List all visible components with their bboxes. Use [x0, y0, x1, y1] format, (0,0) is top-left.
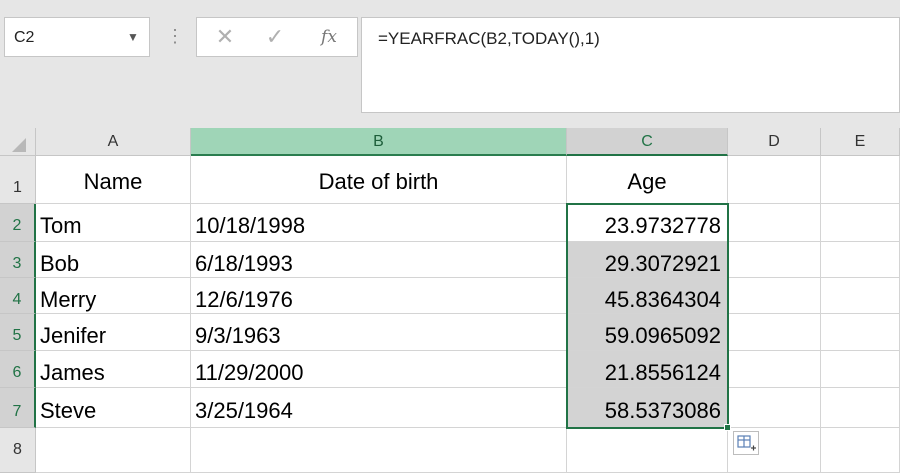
cell-b6[interactable]: 11/29/2000 — [191, 351, 567, 388]
cell-e8[interactable] — [821, 428, 900, 473]
column-header-e[interactable]: E — [821, 128, 900, 156]
cell-d5[interactable] — [728, 314, 821, 351]
cell-b8[interactable] — [191, 428, 567, 473]
selection-border — [566, 203, 729, 429]
formula-input[interactable]: =YEARFRAC(B2,TODAY(),1) — [361, 17, 900, 113]
cell-b3[interactable]: 6/18/1993 — [191, 242, 567, 278]
quick-analysis-button[interactable] — [733, 431, 759, 455]
row-header-5[interactable]: 5 — [0, 314, 36, 351]
cell-a1[interactable]: Name — [36, 156, 191, 204]
column-header-b[interactable]: B — [191, 128, 567, 156]
cell-a7[interactable]: Steve — [36, 388, 191, 428]
chevron-down-icon[interactable]: ▼ — [124, 19, 142, 55]
column-header-c[interactable]: C — [567, 128, 728, 156]
cell-b5[interactable]: 9/3/1963 — [191, 314, 567, 351]
cell-b2[interactable]: 10/18/1998 — [191, 204, 567, 242]
cell-d3[interactable] — [728, 242, 821, 278]
cell-a6[interactable]: James — [36, 351, 191, 388]
column-header-a[interactable]: A — [36, 128, 191, 156]
insert-function-icon[interactable]: fx — [309, 18, 349, 56]
cell-e2[interactable] — [821, 204, 900, 242]
column-header-d[interactable]: D — [728, 128, 821, 156]
row-header-8[interactable]: 8 — [0, 428, 36, 473]
cell-a4[interactable]: Merry — [36, 278, 191, 314]
cell-d1[interactable] — [728, 156, 821, 204]
row-header-3[interactable]: 3 — [0, 242, 36, 278]
cell-a8[interactable] — [36, 428, 191, 473]
cell-e7[interactable] — [821, 388, 900, 428]
cell-e5[interactable] — [821, 314, 900, 351]
cell-e4[interactable] — [821, 278, 900, 314]
row-header-6[interactable]: 6 — [0, 351, 36, 388]
cell-d6[interactable] — [728, 351, 821, 388]
quick-analysis-icon — [737, 435, 756, 451]
cell-e3[interactable] — [821, 242, 900, 278]
cell-e1[interactable] — [821, 156, 900, 204]
cell-e6[interactable] — [821, 351, 900, 388]
cell-d2[interactable] — [728, 204, 821, 242]
cell-b7[interactable]: 3/25/1964 — [191, 388, 567, 428]
cell-b4[interactable]: 12/6/1976 — [191, 278, 567, 314]
cell-d4[interactable] — [728, 278, 821, 314]
row-header-4[interactable]: 4 — [0, 278, 36, 314]
cell-c8[interactable] — [567, 428, 728, 473]
cell-a5[interactable]: Jenifer — [36, 314, 191, 351]
select-all-icon — [12, 138, 26, 152]
cell-a2[interactable]: Tom — [36, 204, 191, 242]
cancel-icon[interactable]: ✕ — [205, 18, 245, 56]
enter-icon[interactable]: ✓ — [255, 18, 295, 56]
cell-c1[interactable]: Age — [567, 156, 728, 204]
more-options-icon[interactable]: ⋮ — [166, 17, 184, 57]
cell-b1[interactable]: Date of birth — [191, 156, 567, 204]
row-header-2[interactable]: 2 — [0, 204, 36, 242]
cell-a3[interactable]: Bob — [36, 242, 191, 278]
row-header-7[interactable]: 7 — [0, 388, 36, 428]
formula-buttons: ✕ ✓ fx — [196, 17, 358, 57]
fill-handle[interactable] — [724, 424, 731, 431]
cell-d7[interactable] — [728, 388, 821, 428]
row-header-1[interactable]: 1 — [0, 156, 36, 204]
